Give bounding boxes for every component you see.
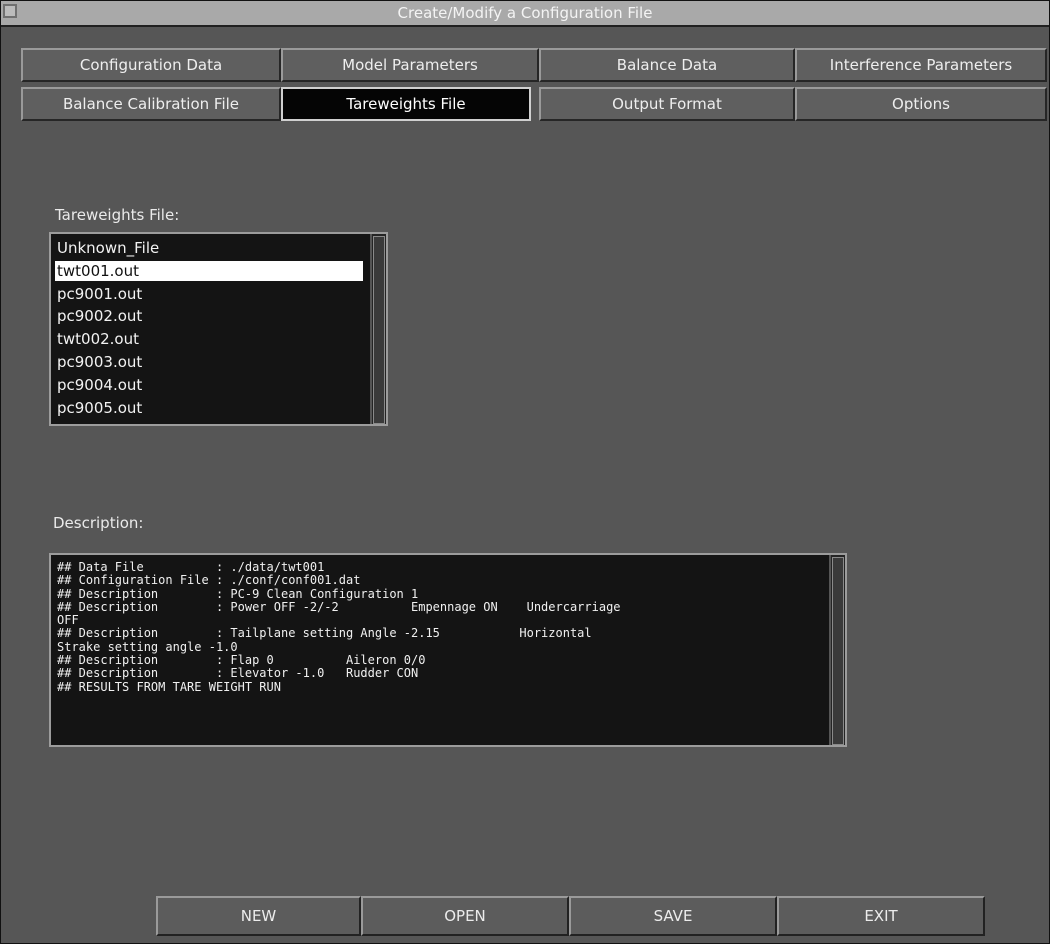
list-item-selected[interactable]: twt001.out xyxy=(55,261,363,281)
file-list-scrollbar[interactable] xyxy=(370,234,386,424)
description-scroll-thumb[interactable] xyxy=(832,557,844,745)
list-item[interactable]: pc9002.out xyxy=(55,306,363,326)
tab-balance-data[interactable]: Balance Data xyxy=(539,48,795,82)
tab-tareweights-file[interactable]: Tareweights File xyxy=(281,87,531,121)
description-scrollbar[interactable] xyxy=(829,555,845,745)
list-item[interactable]: Unknown_File xyxy=(55,238,363,258)
tab-output-format[interactable]: Output Format xyxy=(539,87,795,121)
tab-options[interactable]: Options xyxy=(795,87,1047,121)
list-item[interactable]: pc9003.out xyxy=(55,352,363,372)
list-item[interactable]: twt002.out xyxy=(55,329,363,349)
description-text[interactable]: ## Data File : ./data/twt001 ## Configur… xyxy=(57,561,827,741)
window-title: Create/Modify a Configuration File xyxy=(397,4,653,22)
config-window: Create/Modify a Configuration File Confi… xyxy=(0,0,1050,944)
list-item[interactable]: pc9001.out xyxy=(55,284,363,304)
tab-configuration-data[interactable]: Configuration Data xyxy=(21,48,281,82)
tareweights-file-label: Tareweights File: xyxy=(55,206,180,224)
list-item[interactable]: pc9004.out xyxy=(55,375,363,395)
exit-button[interactable]: EXIT xyxy=(777,896,985,936)
description-box[interactable]: ## Data File : ./data/twt001 ## Configur… xyxy=(49,553,847,747)
description-label: Description: xyxy=(53,514,144,532)
open-button[interactable]: OPEN xyxy=(361,896,569,936)
tareweights-file-list[interactable]: Unknown_File twt001.out pc9001.out pc900… xyxy=(49,232,388,426)
save-button[interactable]: SAVE xyxy=(569,896,777,936)
file-list-scroll-thumb[interactable] xyxy=(373,236,385,424)
title-bar[interactable]: Create/Modify a Configuration File xyxy=(1,1,1049,27)
tab-balance-calibration-file[interactable]: Balance Calibration File xyxy=(21,87,281,121)
new-button[interactable]: NEW xyxy=(156,896,361,936)
tab-model-parameters[interactable]: Model Parameters xyxy=(281,48,539,82)
tab-interference-parameters[interactable]: Interference Parameters xyxy=(795,48,1047,82)
list-item[interactable]: pc9005.out xyxy=(55,398,363,418)
